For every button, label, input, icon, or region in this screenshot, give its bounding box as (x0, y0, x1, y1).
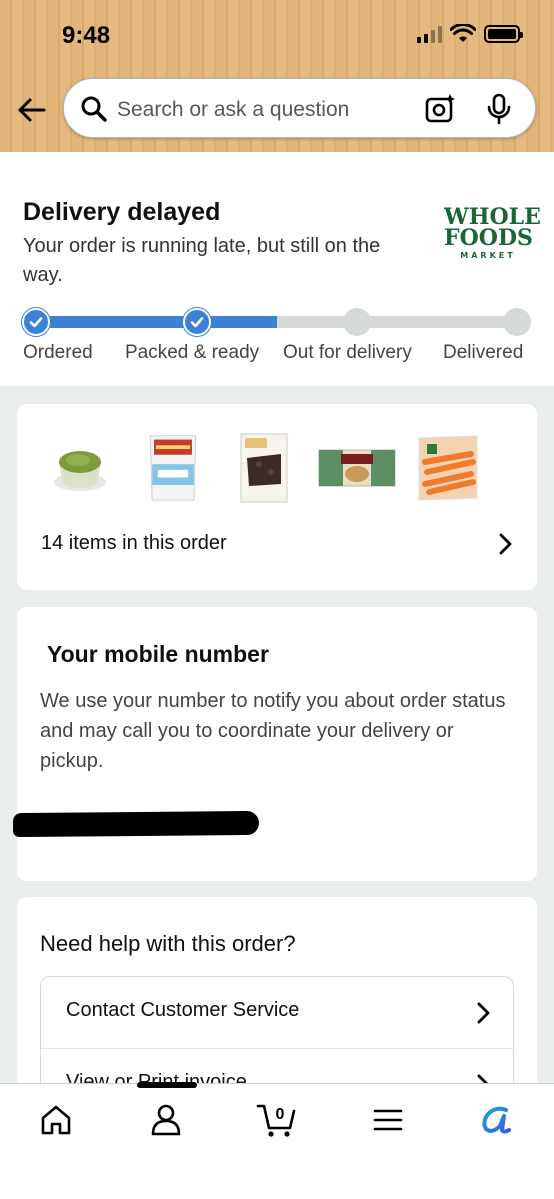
help-title: Need help with this order? (40, 931, 296, 956)
guacamole-cup-thumbnail (54, 451, 106, 491)
step-label-packed: Packed & ready (125, 342, 260, 363)
cart-count: 0 (276, 1106, 285, 1123)
mobile-number-description: We use your number to notify you about o… (40, 690, 506, 772)
delivery-status-title: Delivery delayed (23, 198, 221, 226)
delivery-status-section: Delivery delayed Your order is running l… (0, 152, 554, 386)
chevron-right-icon (499, 533, 512, 555)
search-bar[interactable]: Search or ask a question (63, 78, 536, 138)
chips-bag-thumbnail (149, 435, 197, 501)
step-label-ordered: Ordered (23, 342, 93, 363)
status-time: 9:48 (62, 22, 111, 49)
step-label-out-for-delivery: Out for delivery (283, 342, 412, 363)
bottom-navigation: 0 (0, 1083, 554, 1199)
check-icon (190, 317, 204, 328)
wifi-icon (450, 24, 476, 42)
battery-icon (484, 25, 523, 43)
cart-icon[interactable]: 0 (256, 1096, 298, 1138)
status-icons (417, 24, 523, 44)
home-icon[interactable] (38, 1102, 74, 1138)
step-out-for-delivery-dot (343, 308, 371, 336)
whole-foods-logo: WHOLE FOODS MARKET (444, 204, 541, 260)
chevron-right-icon (477, 1002, 490, 1024)
help-option-label: Contact Customer Service (66, 999, 300, 1021)
contact-customer-service-button[interactable]: Contact Customer Service (41, 977, 513, 1049)
search-input[interactable]: Search or ask a question (117, 98, 349, 122)
account-icon[interactable] (148, 1102, 184, 1138)
step-packed-dot (183, 308, 211, 336)
carrots-bag-thumbnail (418, 435, 478, 501)
step-ordered-dot (22, 308, 50, 336)
progress-fill (36, 316, 277, 328)
order-items-card[interactable]: 14 items in this order (17, 404, 537, 590)
items-count-text: 14 items in this order (41, 532, 227, 554)
camera-lens-icon[interactable] (425, 93, 457, 125)
rufus-assistant-icon[interactable] (478, 1102, 514, 1138)
mobile-number-title: Your mobile number (47, 641, 269, 667)
microphone-icon[interactable] (485, 93, 513, 125)
menu-icon[interactable] (372, 1102, 404, 1138)
check-icon (29, 317, 43, 328)
crackers-box-thumbnail (318, 449, 396, 487)
redacted-phone-number (12, 810, 260, 838)
header: 9:48 Search or ask a question (0, 0, 554, 152)
signal-icon (417, 25, 442, 43)
step-label-delivered: Delivered (443, 342, 524, 363)
brownie-box-thumbnail (240, 433, 288, 503)
search-icon (81, 96, 107, 122)
step-delivered-dot (503, 308, 531, 336)
mobile-number-card: Your mobile number We use your number to… (12, 607, 537, 881)
home-indicator (137, 1082, 197, 1088)
help-card: Need help with this order? Contact Custo… (17, 897, 537, 1116)
back-arrow-icon[interactable] (14, 92, 50, 128)
delivery-status-description: Your order is running late, but still on… (23, 235, 381, 286)
